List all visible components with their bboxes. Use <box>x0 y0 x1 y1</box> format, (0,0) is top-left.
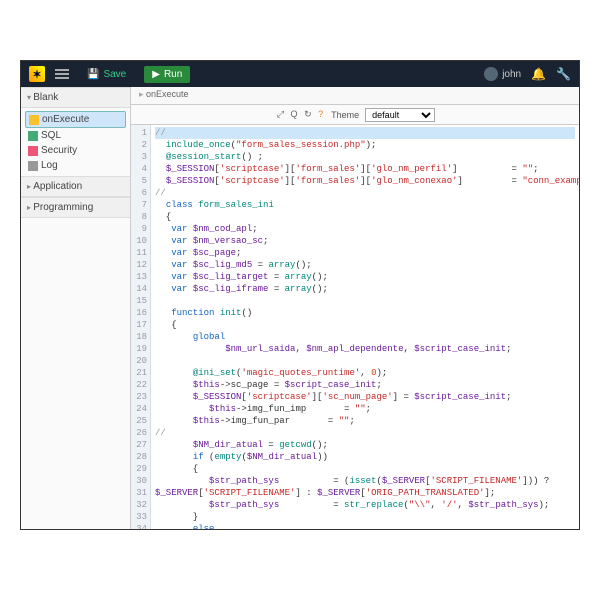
event-icon <box>29 115 39 125</box>
run-label: Run <box>164 69 182 80</box>
settings-icon[interactable]: 🔧 <box>556 67 571 81</box>
tree-item-log[interactable]: Log <box>25 158 126 173</box>
refresh-icon[interactable]: ↻ <box>304 109 312 119</box>
panel-programming[interactable]: Programming <box>21 197 130 218</box>
run-button[interactable]: ▶ Run <box>144 66 190 83</box>
bell-icon[interactable]: 🔔 <box>531 67 546 81</box>
help-icon[interactable]: ? <box>318 109 323 119</box>
sql-icon <box>28 131 38 141</box>
menu-icon[interactable] <box>55 69 69 79</box>
theme-select[interactable]: default <box>365 108 435 122</box>
panel-blank[interactable]: Blank <box>21 87 130 108</box>
code-editor[interactable]: 1234567891011121314151617181920212223242… <box>131 125 579 529</box>
app-logo: ✶ <box>29 66 45 82</box>
tree-item-sql[interactable]: SQL <box>25 128 126 143</box>
user-menu[interactable]: john <box>484 67 521 81</box>
save-label: Save <box>103 69 126 80</box>
save-button[interactable]: 💾 Save <box>79 66 134 83</box>
tree: onExecute SQL Security Log <box>21 108 130 176</box>
theme-label: Theme <box>331 110 359 120</box>
editor-toolbar: ⤢ Q ↻ ? Theme default <box>131 105 579 125</box>
expand-icon[interactable]: ⤢ <box>277 109 284 119</box>
tree-item-onexecute[interactable]: onExecute <box>25 111 126 128</box>
line-gutter: 1234567891011121314151617181920212223242… <box>131 125 151 529</box>
avatar-icon <box>484 67 498 81</box>
search-icon[interactable]: Q <box>291 109 298 119</box>
tree-item-security[interactable]: Security <box>25 143 126 158</box>
code-content[interactable]: // include_once("form_sales_session.php"… <box>151 125 579 529</box>
log-icon <box>28 161 38 171</box>
top-bar: ✶ 💾 Save ▶ Run john 🔔 🔧 <box>21 61 579 87</box>
user-name: john <box>502 69 521 80</box>
panel-application[interactable]: Application <box>21 176 130 197</box>
breadcrumb: onExecute <box>131 87 579 105</box>
sidebar: Blank onExecute SQL Security Log Applica… <box>21 87 131 529</box>
security-icon <box>28 146 38 156</box>
